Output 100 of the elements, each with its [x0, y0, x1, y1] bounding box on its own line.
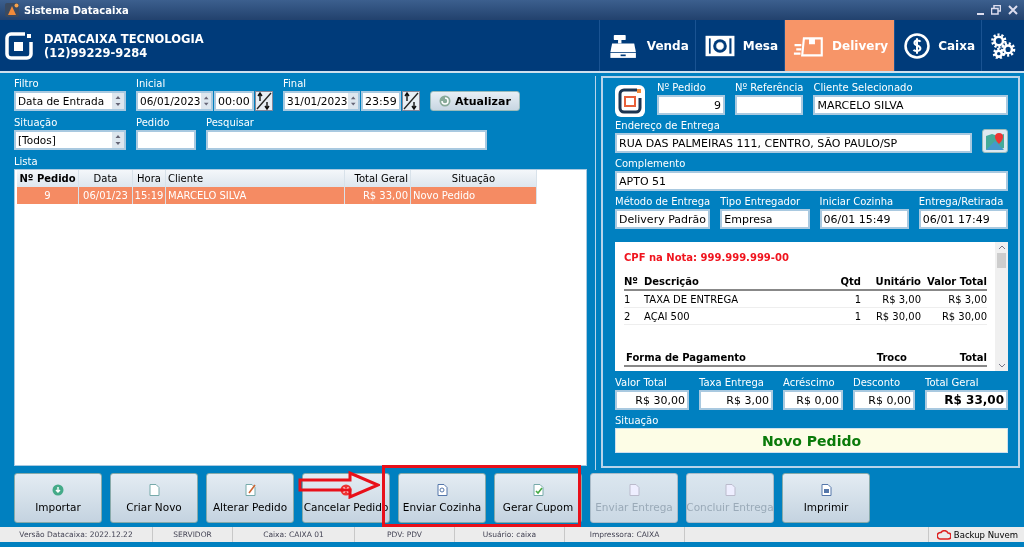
- cloud-icon: [936, 529, 951, 540]
- column-header: Unitário: [874, 276, 921, 287]
- start-date-field[interactable]: 06/01/2023: [136, 91, 213, 111]
- field-label: Pesquisar: [206, 117, 255, 129]
- app-icon: [5, 3, 19, 17]
- document-search-icon: [436, 483, 448, 496]
- column-header: Total: [958, 352, 987, 363]
- register-app-icon: [615, 85, 645, 117]
- time-field[interactable]: 00:00: [214, 91, 254, 111]
- receipt-cell-text: 1: [853, 310, 861, 322]
- field-label: Pedido: [136, 117, 171, 129]
- field-label: Entrega/Retirada: [918, 196, 1005, 208]
- map-button[interactable]: [982, 129, 1008, 153]
- document-icon: [628, 483, 640, 496]
- search-field[interactable]: [206, 130, 487, 150]
- cpf-text: CPF na Nota: 999.999.999-00: [624, 252, 790, 263]
- logo-icon: [5, 31, 33, 60]
- field-label: Nº Referência: [735, 82, 804, 94]
- time-toggle-icon: [402, 91, 420, 111]
- receipt-cell-text: 2: [624, 310, 632, 322]
- scroll-up-icon: [997, 245, 1006, 250]
- receipt-cell-text: R$ 30,00: [874, 310, 921, 322]
- receipt-cell-text: R$ 30,00: [940, 310, 987, 322]
- scrollbar[interactable]: [995, 242, 1008, 371]
- dollar-coin-icon: [903, 31, 931, 60]
- column-header: Troco: [875, 352, 907, 363]
- field-label: Filtro: [14, 78, 40, 90]
- spinner-icon: [112, 93, 124, 109]
- end-date-field[interactable]: 31/01/2023: [283, 91, 360, 111]
- client-field[interactable]: MARCELO SILVA: [813, 95, 1008, 115]
- detail-field[interactable]: Delivery Padrão: [615, 209, 711, 229]
- total-field[interactable]: R$ 33,00: [925, 390, 1008, 410]
- action-button[interactable]: Imprimir: [782, 473, 870, 523]
- map-pin-icon: [986, 132, 1004, 150]
- field-label: Nº Pedido: [657, 82, 707, 94]
- field-label: Acréscimo: [783, 377, 836, 389]
- field-label: Tipo Entregador: [720, 196, 802, 208]
- field-label: Cliente Selecionado: [813, 82, 914, 94]
- action-button[interactable]: Alterar Pedido: [206, 473, 294, 523]
- close-icon: [1008, 5, 1018, 15]
- nav-tab[interactable]: Mesa: [694, 20, 785, 71]
- phone-number: (12)99229-9284: [44, 45, 149, 60]
- refresh-button[interactable]: Atualizar: [430, 91, 520, 111]
- field-label: Inicial: [136, 78, 167, 90]
- total-field[interactable]: R$ 0,00: [783, 390, 843, 410]
- reference-field[interactable]: [735, 95, 803, 115]
- total-field[interactable]: R$ 0,00: [853, 390, 915, 410]
- column-header: Valor Total: [926, 276, 987, 287]
- order-number-field[interactable]: 9: [657, 95, 725, 115]
- field-label: Iniciar Cozinha: [819, 196, 895, 208]
- receipt-check-icon: [532, 483, 544, 496]
- nav-tab[interactable]: Venda: [598, 20, 695, 71]
- detail-field[interactable]: 06/01 17:49: [918, 209, 1008, 229]
- refresh-icon: [439, 95, 451, 107]
- arrow-annotation-icon: [298, 471, 380, 499]
- field-label: Situação: [14, 117, 59, 129]
- spinner-icon: [200, 93, 211, 109]
- backup-status[interactable]: Backup Nuvem: [927, 527, 1024, 542]
- action-button[interactable]: Importar: [14, 473, 102, 523]
- minimize-icon: [977, 12, 984, 15]
- receipt-cell-text: AÇAI 500: [643, 310, 691, 322]
- window-title: Sistema Datacaixa: [24, 4, 129, 16]
- download-icon: [52, 483, 64, 496]
- total-field[interactable]: R$ 3,00: [699, 390, 773, 410]
- status-select[interactable]: [Todos]: [14, 130, 126, 150]
- action-button[interactable]: Gerar Cupom: [494, 473, 582, 523]
- column-header: Forma de Pagamento: [625, 352, 747, 363]
- field-label: Total Geral: [925, 377, 980, 389]
- field-label: Desconto: [853, 377, 902, 389]
- complement-field[interactable]: APTO 51: [615, 171, 1008, 191]
- detail-field[interactable]: Empresa: [720, 209, 810, 229]
- field-label: Complemento: [615, 158, 687, 170]
- scroll-thumb[interactable]: [997, 253, 1006, 268]
- document-icon: [148, 483, 160, 496]
- edit-icon: [244, 483, 256, 496]
- total-field[interactable]: R$ 30,00: [615, 390, 689, 410]
- detail-field[interactable]: 06/01 15:49: [819, 209, 909, 229]
- receipt-cell-text: R$ 3,00: [881, 293, 921, 305]
- action-button[interactable]: Enviar Cozinha: [398, 473, 486, 523]
- order-field[interactable]: [136, 130, 196, 150]
- time-field[interactable]: 23:59: [361, 91, 401, 111]
- field-label: Método de Entrega: [615, 196, 711, 208]
- list-label: Lista: [14, 156, 39, 168]
- field-label: Final: [283, 78, 308, 90]
- field-label: Valor Total: [615, 377, 668, 389]
- receipt-cell-text: 1: [853, 293, 861, 305]
- field-label: Taxa Entrega: [699, 377, 765, 389]
- receipt-cell-text: TAXA DE ENTREGA: [643, 293, 739, 305]
- receipt-cell-text: 1: [624, 293, 632, 305]
- document-icon: [724, 483, 736, 496]
- printer-document-icon: [820, 483, 832, 496]
- nav-tab[interactable]: Caixa: [894, 20, 981, 71]
- filter-select[interactable]: Data de Entrada: [14, 91, 126, 111]
- column-header: Descrição: [643, 276, 700, 287]
- settings-icon: [990, 32, 1016, 59]
- company-name: DATACAIXA TECNOLOGIA: [44, 31, 204, 46]
- address-field[interactable]: RUA DAS PALMEIRAS 111, CENTRO, SÃO PAULO/SP: [615, 133, 972, 153]
- cancel-icon: [340, 483, 352, 496]
- action-button[interactable]: Criar Novo: [110, 473, 198, 523]
- order-status: Novo Pedido: [615, 428, 1008, 453]
